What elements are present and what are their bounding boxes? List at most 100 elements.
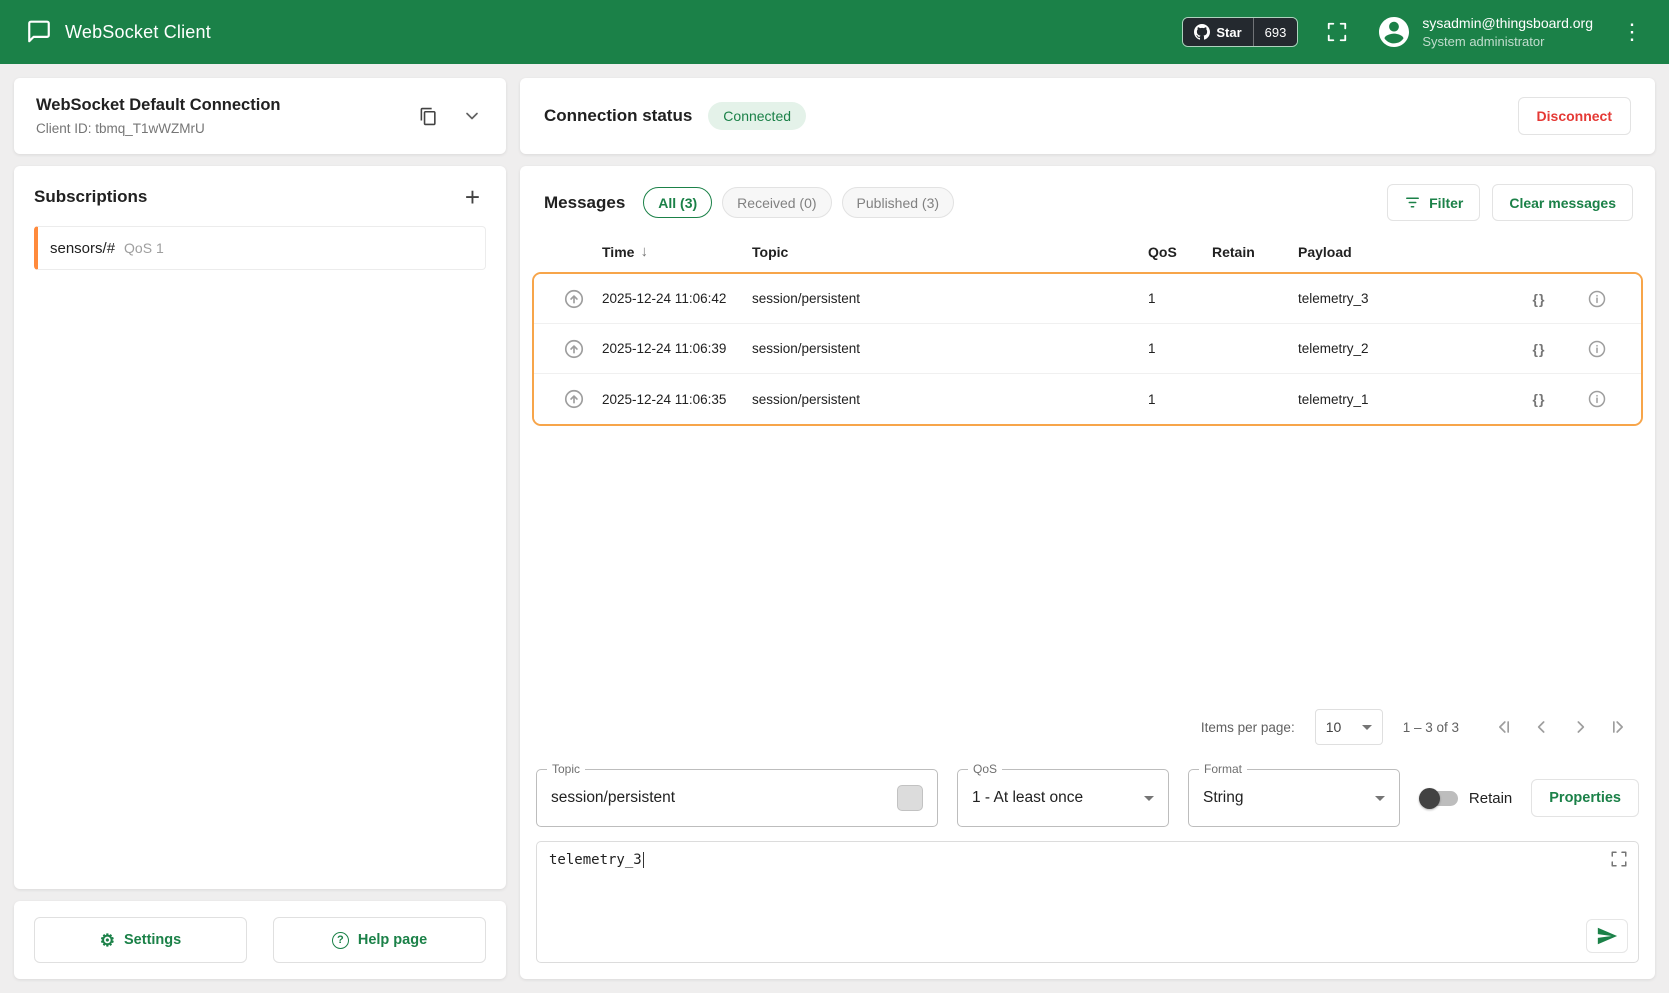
more-vert-icon: ⋮ — [1621, 19, 1643, 44]
expand-message-button[interactable] — [559, 284, 589, 314]
messages-title: Messages — [544, 193, 625, 213]
expand-message-button[interactable] — [559, 334, 589, 364]
message-filter-tabs: All (3) Received (0) Published (3) — [643, 187, 954, 218]
cell-payload: telemetry_1 — [1298, 392, 1513, 407]
message-info-button[interactable] — [1583, 385, 1611, 413]
help-page-button[interactable]: ? Help page — [273, 917, 486, 963]
topic-field: Topic — [536, 769, 938, 827]
topic-color-swatch[interactable] — [897, 785, 923, 811]
payload-json-button[interactable]: {} — [1529, 287, 1550, 311]
first-page-button[interactable] — [1487, 710, 1521, 744]
info-icon — [1587, 389, 1607, 409]
user-menu[interactable]: sysadmin@thingsboard.org System administ… — [1376, 14, 1593, 50]
settings-button[interactable]: ⚙ Settings — [34, 917, 247, 963]
message-editor[interactable]: telemetry_3 — [536, 841, 1639, 963]
fullscreen-button[interactable] — [1322, 17, 1352, 47]
tab-all[interactable]: All (3) — [643, 187, 712, 218]
qos-select-label: QoS — [968, 762, 1002, 776]
connection-card: WebSocket Default Connection Client ID: … — [14, 78, 506, 154]
message-info-button[interactable] — [1583, 335, 1611, 363]
cell-time: 2025-12-24 11:06:42 — [602, 291, 752, 306]
last-page-icon — [1608, 717, 1628, 737]
github-icon — [1194, 24, 1210, 40]
subscription-qos: QoS 1 — [124, 240, 164, 256]
dropdown-arrow-icon — [1375, 796, 1385, 801]
clear-messages-button[interactable]: Clear messages — [1492, 184, 1633, 221]
info-icon — [1587, 339, 1607, 359]
subscription-item[interactable]: sensors/# QoS 1 — [34, 226, 486, 270]
page-title: WebSocket Client — [65, 22, 211, 43]
user-role: System administrator — [1422, 33, 1593, 51]
tab-published[interactable]: Published (3) — [842, 187, 955, 218]
subscriptions-title: Subscriptions — [34, 187, 147, 207]
gear-icon: ⚙ — [100, 932, 115, 949]
topic-input[interactable] — [551, 789, 887, 807]
topic-field-label: Topic — [547, 762, 585, 776]
table-header-qos: QoS — [1148, 244, 1212, 260]
cell-payload: telemetry_2 — [1298, 341, 1513, 356]
disconnect-button[interactable]: Disconnect — [1518, 97, 1631, 135]
format-select[interactable]: Format String — [1188, 769, 1400, 827]
payload-json-button[interactable]: {} — [1529, 337, 1550, 361]
items-per-page-select[interactable]: 10 — [1315, 709, 1383, 745]
table-header-row: Time ↓ Topic QoS Retain Payload — [546, 235, 1629, 272]
tab-received[interactable]: Received (0) — [722, 187, 831, 218]
fullscreen-icon — [1326, 21, 1348, 43]
user-email: sysadmin@thingsboard.org — [1422, 14, 1593, 33]
subscriptions-card: Subscriptions + sensors/# QoS 1 — [14, 166, 506, 889]
payload-json-button[interactable]: {} — [1529, 387, 1550, 411]
table-header-topic: Topic — [752, 244, 1148, 260]
table-header-retain: Retain — [1212, 244, 1298, 260]
table-header-time[interactable]: Time ↓ — [602, 243, 752, 260]
text-caret — [643, 852, 645, 868]
format-select-label: Format — [1199, 762, 1247, 776]
filter-button[interactable]: Filter — [1387, 184, 1480, 221]
add-subscription-button[interactable]: + — [459, 184, 486, 210]
fullscreen-icon — [1610, 850, 1628, 868]
expand-message-button[interactable] — [559, 384, 589, 414]
previous-page-button[interactable] — [1525, 710, 1559, 744]
filter-label: Filter — [1429, 195, 1463, 211]
copy-client-id-button[interactable] — [415, 103, 442, 130]
qos-select[interactable]: QoS 1 - At least once — [957, 769, 1169, 827]
message-info-button[interactable] — [1583, 285, 1611, 313]
arrow-up-circle-icon — [563, 288, 585, 310]
chevron-right-icon — [1570, 717, 1590, 737]
table-header-payload: Payload — [1298, 244, 1513, 260]
retain-toggle[interactable] — [1420, 791, 1458, 806]
filter-icon — [1404, 194, 1421, 211]
github-star-segment[interactable]: Star — [1183, 18, 1252, 46]
items-per-page-value: 10 — [1326, 719, 1342, 735]
last-page-button[interactable] — [1601, 710, 1635, 744]
retain-label: Retain — [1469, 790, 1512, 807]
dropdown-arrow-icon — [1144, 796, 1154, 801]
arrow-up-circle-icon — [563, 338, 585, 360]
messages-card: Messages All (3) Received (0) Published … — [520, 166, 1655, 979]
braces-icon: {} — [1533, 291, 1546, 307]
github-star-label: Star — [1216, 25, 1241, 40]
table-row[interactable]: 2025-12-24 11:06:39 session/persistent 1… — [534, 324, 1641, 374]
connection-status-card: Connection status Connected Disconnect — [520, 78, 1655, 154]
copy-icon — [419, 107, 438, 126]
github-star-button[interactable]: Star 693 — [1182, 17, 1298, 47]
publish-form: Topic QoS 1 - At least once Format Strin… — [520, 755, 1655, 827]
connection-status-label: Connection status — [544, 106, 692, 126]
message-editor-text: telemetry_3 — [549, 852, 642, 868]
dropdown-arrow-icon — [1362, 725, 1372, 730]
connection-expand-button[interactable] — [458, 102, 486, 130]
next-page-button[interactable] — [1563, 710, 1597, 744]
editor-fullscreen-button[interactable] — [1610, 850, 1628, 868]
subscription-topic: sensors/# — [50, 240, 115, 257]
braces-icon: {} — [1533, 391, 1546, 407]
table-row[interactable]: 2025-12-24 11:06:42 session/persistent 1… — [534, 274, 1641, 324]
cell-payload: telemetry_3 — [1298, 291, 1513, 306]
send-message-button[interactable] — [1586, 919, 1628, 953]
properties-button[interactable]: Properties — [1531, 779, 1639, 817]
table-row[interactable]: 2025-12-24 11:06:35 session/persistent 1… — [534, 374, 1641, 424]
cell-topic: session/persistent — [752, 291, 1148, 306]
github-star-count[interactable]: 693 — [1253, 18, 1298, 46]
cell-topic: session/persistent — [752, 392, 1148, 407]
chevron-left-icon — [1532, 717, 1552, 737]
more-menu-button[interactable]: ⋮ — [1617, 21, 1647, 43]
sidebar-footer: ⚙ Settings ? Help page — [14, 901, 506, 979]
